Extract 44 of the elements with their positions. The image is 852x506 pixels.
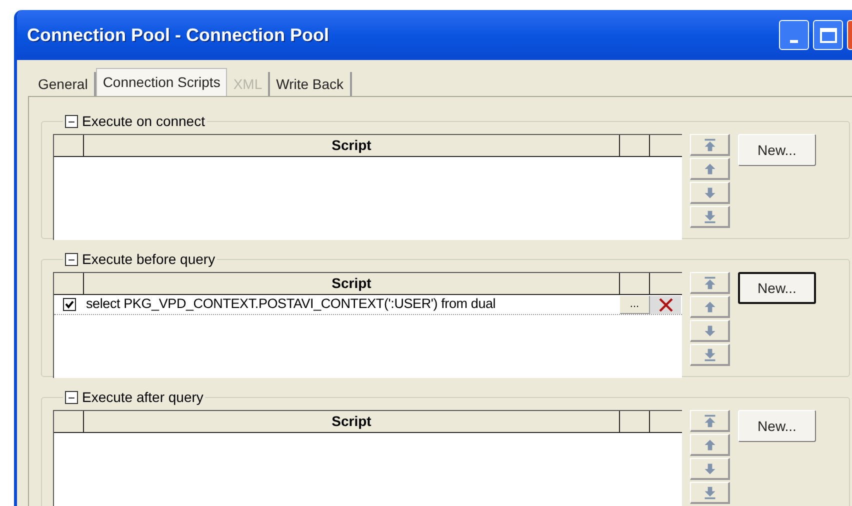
move-up-button[interactable]	[690, 158, 730, 180]
arrow-down-icon	[702, 324, 716, 338]
minimize-button[interactable]	[779, 20, 809, 50]
tab[interactable]: Connection Scripts	[96, 68, 228, 96]
move-top-button[interactable]	[690, 272, 730, 294]
arrow-to-bar-up-icon	[702, 138, 716, 152]
arrow-to-bar-down-icon	[702, 486, 716, 500]
arrow-to-bar-up-icon	[702, 414, 716, 428]
group-title: Execute before query	[82, 250, 216, 269]
column-header: Script	[84, 273, 620, 294]
move-down-button[interactable]	[690, 320, 730, 342]
column-header: Script	[84, 135, 620, 156]
group-title: Execute after query	[82, 388, 204, 407]
arrow-to-bar-up-icon	[702, 276, 716, 290]
arrow-down-icon	[702, 462, 716, 476]
checkbox[interactable]	[62, 298, 76, 311]
move-up-button[interactable]	[690, 434, 730, 456]
collapse-toggle[interactable]: −	[65, 253, 78, 266]
edit-script-button[interactable]: ...	[620, 296, 650, 314]
group-title: Execute on connect	[82, 112, 205, 131]
collapse-toggle[interactable]: −	[65, 391, 78, 404]
collapse-toggle[interactable]: −	[65, 115, 78, 128]
new-button[interactable]: New...	[738, 134, 816, 166]
arrow-to-bar-down-icon	[702, 210, 716, 224]
new-button[interactable]: New...	[738, 410, 816, 442]
table-cell-text: select PKG_VPD_CONTEXT.POSTAVI_CONTEXT(':USER') from dual	[85, 295, 497, 314]
move-top-button[interactable]	[690, 134, 730, 156]
arrow-up-icon	[702, 300, 716, 314]
move-bottom-button[interactable]	[690, 482, 730, 504]
arrow-down-icon	[702, 186, 716, 200]
move-bottom-button[interactable]	[690, 344, 730, 366]
maximize-button[interactable]	[813, 20, 843, 50]
window-title: Connection Pool - Connection Pool	[27, 24, 330, 46]
move-up-button[interactable]	[690, 296, 730, 318]
move-bottom-button[interactable]	[690, 206, 730, 228]
move-down-button[interactable]	[690, 182, 730, 204]
arrow-up-icon	[702, 162, 716, 176]
delete-icon[interactable]	[658, 298, 674, 312]
arrow-up-icon	[702, 438, 716, 452]
new-button[interactable]: New...	[738, 272, 816, 304]
arrow-to-bar-down-icon	[702, 348, 716, 362]
column-header: Script	[84, 411, 620, 432]
move-top-button[interactable]	[690, 410, 730, 432]
move-down-button[interactable]	[690, 458, 730, 480]
